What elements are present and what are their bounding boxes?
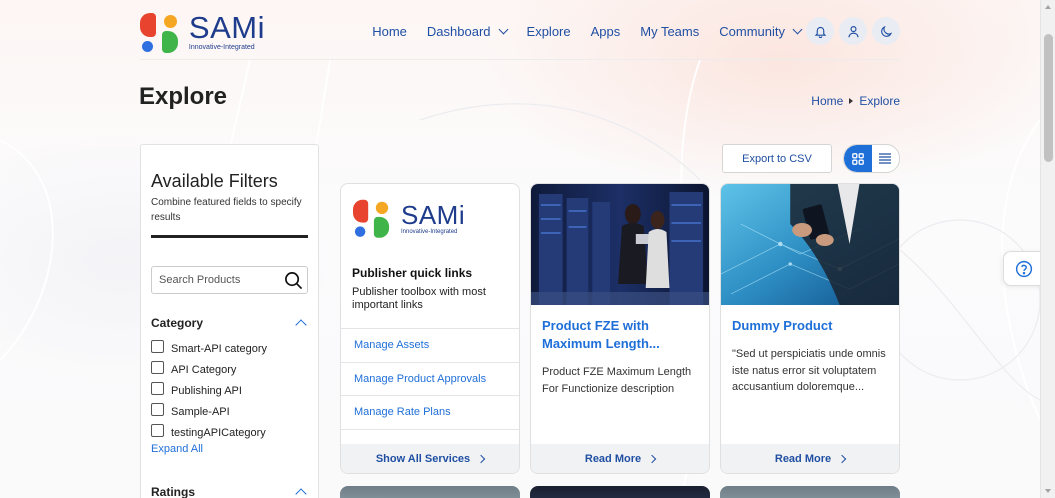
chevron-down-icon (792, 24, 803, 34)
grid-icon (851, 152, 864, 165)
category-option[interactable]: testingAPICategory (151, 422, 308, 443)
list-icon (879, 153, 892, 164)
category-heading: Category (151, 316, 204, 330)
breadcrumb-home[interactable]: Home (811, 94, 843, 108)
search-icon[interactable] (284, 271, 303, 290)
category-checkbox[interactable] (151, 340, 164, 353)
category-checkbox[interactable] (151, 424, 164, 437)
profile-button[interactable] (839, 17, 867, 45)
help-icon (1015, 260, 1032, 277)
vertical-scrollbar[interactable] (1040, 0, 1055, 498)
product-description: Product FZE Maximum Length For Functioni… (542, 366, 692, 395)
logo-text: SAMi Innovative-Integrated (189, 12, 265, 51)
bell-icon (814, 26, 826, 38)
product-title[interactable]: Dummy Product (732, 317, 892, 335)
quick-link-rate-plans[interactable]: Manage Rate Plans (341, 396, 519, 430)
theme-toggle-button[interactable] (872, 17, 900, 45)
main-nav: Home Dashboard Explore Apps My Teams Com… (352, 15, 900, 47)
chevron-up-icon[interactable] (295, 488, 307, 498)
publisher-quick-links-card: SAMi Innovative-Integrated Publisher qui… (340, 183, 520, 474)
expand-all-link[interactable]: Expand All (151, 443, 308, 455)
brand-logo[interactable]: SAMi Innovative-Integrated (140, 8, 265, 54)
logo-mark-icon (353, 196, 391, 238)
nav-apps[interactable]: Apps (591, 24, 621, 39)
category-checkbox[interactable] (151, 361, 164, 374)
nav-community[interactable]: Community (719, 24, 803, 39)
filters-subtitle: Combine featured fields to specify resul… (151, 197, 302, 223)
help-button[interactable] (1003, 251, 1043, 286)
breadcrumb: Home Explore (811, 94, 900, 108)
quick-links-title: Publisher quick links (352, 266, 473, 280)
nav-my-teams[interactable]: My Teams (640, 24, 699, 39)
quick-link-manage-assets[interactable]: Manage Assets (341, 329, 519, 363)
scroll-up-arrow-icon[interactable] (1045, 5, 1051, 9)
ratings-heading: Ratings (151, 485, 196, 498)
read-more-button[interactable]: Read More (531, 444, 709, 473)
nav-explore[interactable]: Explore (527, 24, 571, 39)
filters-divider (151, 235, 308, 238)
chevron-up-icon[interactable] (295, 319, 307, 331)
chevron-right-icon (647, 454, 657, 463)
product-image (721, 184, 899, 305)
product-card-partial[interactable] (340, 486, 520, 498)
nav-dashboard[interactable]: Dashboard (427, 24, 508, 39)
moon-icon (880, 25, 892, 37)
list-view-button[interactable] (872, 145, 900, 172)
category-option[interactable]: Smart-API category (151, 338, 308, 359)
category-option[interactable]: API Category (151, 359, 308, 380)
product-image (531, 184, 709, 305)
product-card[interactable]: Dummy Product "Sed ut perspiciatis unde … (720, 183, 900, 474)
user-icon (847, 25, 859, 37)
top-header: SAMi Innovative-Integrated Home Dashboar… (140, 2, 900, 60)
logo-word: SAMi (188, 9, 265, 45)
category-checkbox[interactable] (151, 382, 164, 395)
card-brand-logo: SAMi Innovative-Integrated (353, 196, 465, 240)
notifications-button[interactable] (806, 17, 834, 45)
caret-right-icon (849, 98, 854, 104)
product-title[interactable]: Product FZE with Maximum Length... (542, 317, 702, 352)
export-csv-button[interactable]: Export to CSV (722, 144, 832, 173)
category-list: Smart-API category API Category Publishi… (151, 338, 308, 443)
show-all-services-button[interactable]: Show All Services (341, 444, 519, 473)
quick-link-product-approvals[interactable]: Manage Product Approvals (341, 363, 519, 396)
breadcrumb-current[interactable]: Explore (859, 94, 900, 108)
page-title: Explore (139, 83, 228, 110)
grid-view-button[interactable] (844, 145, 872, 172)
category-section-header[interactable]: Category (151, 316, 308, 331)
product-search (151, 266, 308, 294)
ratings-section-header[interactable]: Ratings (151, 485, 308, 498)
page: SAMi Innovative-Integrated Home Dashboar… (0, 0, 1043, 498)
product-card[interactable]: Product FZE with Maximum Length... Produ… (530, 183, 710, 474)
category-checkbox[interactable] (151, 403, 164, 416)
scroll-down-arrow-icon[interactable] (1045, 489, 1051, 493)
chevron-right-icon (476, 454, 486, 463)
filters-title: Available Filters (151, 171, 278, 191)
product-card-partial[interactable] (530, 486, 710, 498)
logo-text: SAMi Innovative-Integrated (401, 199, 466, 235)
chevron-down-icon (498, 24, 508, 34)
quick-links-list: Manage Assets Manage Product Approvals M… (341, 328, 519, 430)
category-option[interactable]: Sample-API (151, 401, 308, 422)
scrollbar-thumb[interactable] (1044, 34, 1053, 162)
logo-mark-icon (140, 9, 181, 53)
quick-links-subtitle: Publisher toolbox with most important li… (352, 286, 486, 311)
product-description: "Sed ut perspiciatis unde omnis iste nat… (732, 348, 886, 393)
search-input[interactable] (152, 267, 282, 293)
logo-tagline: Innovative-Integrated (188, 43, 255, 51)
product-card-partial[interactable] (720, 486, 900, 498)
read-more-button[interactable]: Read More (721, 444, 899, 473)
view-mode-toggle (843, 144, 900, 173)
chevron-right-icon (837, 454, 847, 463)
nav-home[interactable]: Home (372, 24, 407, 39)
filters-panel: Available Filters Combine featured field… (140, 144, 319, 498)
category-option[interactable]: Publishing API (151, 380, 308, 401)
